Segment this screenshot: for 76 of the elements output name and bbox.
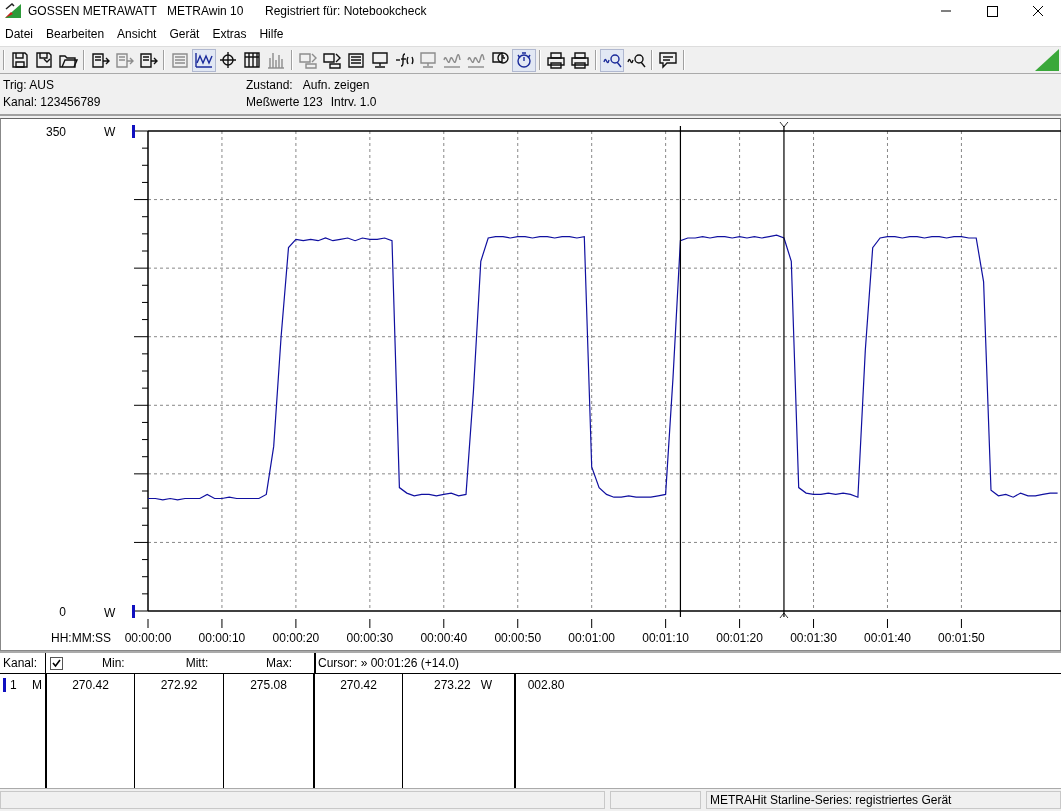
export-icon <box>114 50 134 70</box>
column-header: Kanal: <box>0 653 46 673</box>
transfer-icon <box>298 50 318 70</box>
unit-label: W <box>104 606 116 620</box>
status-text: METRAHit Starline-Series: registriertes Gerät <box>706 791 1061 809</box>
table-cell-text: 270.42 <box>71 678 110 692</box>
column-header: Max: <box>265 656 293 670</box>
x-tick-label: 00:00:20 <box>272 631 320 645</box>
monitor-icon <box>418 50 438 70</box>
channel-text: Kanal: 123456789 <box>3 95 102 109</box>
x-tick-label: 00:00:00 <box>124 631 172 645</box>
cursor-line[interactable] <box>779 121 789 619</box>
table-cell-text: 002.80 <box>526 678 566 692</box>
y-tick-label: 350 <box>45 125 66 139</box>
table-cell-text: 275.08 <box>249 678 288 692</box>
column-header: Mitt: <box>184 656 210 670</box>
interval-text: Intrv. 1.0 <box>330 95 377 109</box>
function-icon <box>394 50 414 70</box>
menu-item[interactable]: Hilfe <box>256 27 290 41</box>
table-cell-text: 272.92 <box>159 678 199 692</box>
printer-icon <box>546 50 566 70</box>
bar-chart-icon <box>266 50 286 70</box>
cursor-header: Cursor: » 00:01:26 (+14.0) <box>317 656 460 670</box>
time-format-label: HH:MM:SS <box>51 631 111 645</box>
list-icon <box>346 50 366 70</box>
sample-count: Meßwerte 123 <box>246 95 323 109</box>
crosshair-icon <box>218 50 238 70</box>
state-value: Aufn. zeigen <box>302 78 370 92</box>
list-icon <box>170 50 190 70</box>
y-tick-label: 0 <box>59 605 66 619</box>
x-tick-label: 00:01:20 <box>716 631 763 645</box>
toolbar-button[interactable] <box>600 48 624 72</box>
table-cell: 273.22 <box>433 678 471 692</box>
table-icon <box>242 50 262 70</box>
unit-cell: W <box>480 678 492 692</box>
x-tick-label: 00:00:40 <box>420 631 468 645</box>
x-tick-label: 00:01:50 <box>938 631 985 645</box>
table-cell-text: 270.42 <box>339 678 378 692</box>
menu-item[interactable]: Bearbeiten <box>43 27 111 41</box>
export-icon <box>90 50 110 70</box>
app-logo-icon <box>4 3 22 19</box>
line-chart-icon <box>194 50 214 70</box>
channel-marker <box>132 605 135 618</box>
triangle-icon <box>1035 49 1059 71</box>
trigger-text: Trig: AUS <box>3 78 55 92</box>
cursor-line[interactable] <box>679 125 682 618</box>
window-title: GOSSEN METRAWATT <box>28 4 158 18</box>
menu-item[interactable]: Datei <box>2 27 39 41</box>
menu-item[interactable]: Ansicht <box>114 27 163 41</box>
x-tick-label: 00:01:00 <box>568 631 616 645</box>
toolbar-button[interactable] <box>192 48 216 72</box>
transfer-icon <box>322 50 342 70</box>
menu-item[interactable]: Gerät <box>166 27 206 41</box>
toolbar-button[interactable] <box>512 48 536 72</box>
x-tick-label: 00:00:10 <box>198 631 246 645</box>
x-tick-label: 00:01:40 <box>864 631 911 645</box>
export-icon <box>138 50 158 70</box>
channel-marker <box>132 125 135 138</box>
program-name: METRAwin 10 <box>167 4 245 18</box>
printer-icon <box>570 50 590 70</box>
monitor-icon <box>370 50 390 70</box>
unit-label: W <box>104 125 116 139</box>
table-cell: 1 <box>10 678 17 692</box>
channel-marker <box>3 678 6 692</box>
state-label: Zustand: <box>246 78 293 92</box>
x-tick-label: 00:00:30 <box>346 631 394 645</box>
registration-text: Registriert für: Notebookcheck <box>265 4 427 18</box>
table-cell: M <box>32 678 42 692</box>
x-tick-label: 00:01:10 <box>642 631 689 645</box>
checkbox[interactable] <box>50 656 63 670</box>
stopwatch-icon <box>514 50 534 70</box>
menu-item[interactable]: Extras <box>209 27 253 41</box>
x-tick-label: 00:00:50 <box>494 631 542 645</box>
column-header: Min: <box>101 656 126 670</box>
speech-bubble-icon <box>658 50 678 70</box>
x-tick-label: 00:01:30 <box>790 631 837 645</box>
